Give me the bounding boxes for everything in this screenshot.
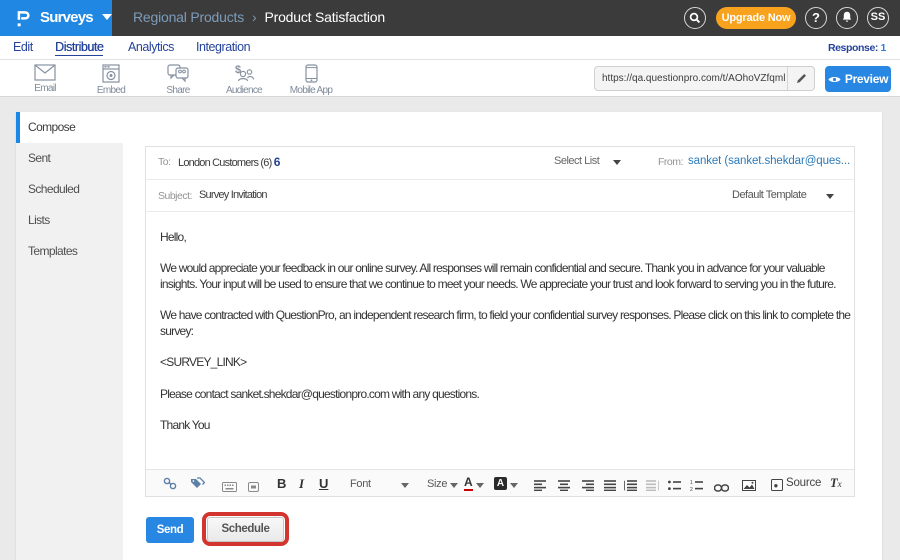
svg-text:1: 1 xyxy=(690,480,693,486)
svg-text:●: ● xyxy=(774,481,779,490)
svg-text:2: 2 xyxy=(690,487,693,491)
